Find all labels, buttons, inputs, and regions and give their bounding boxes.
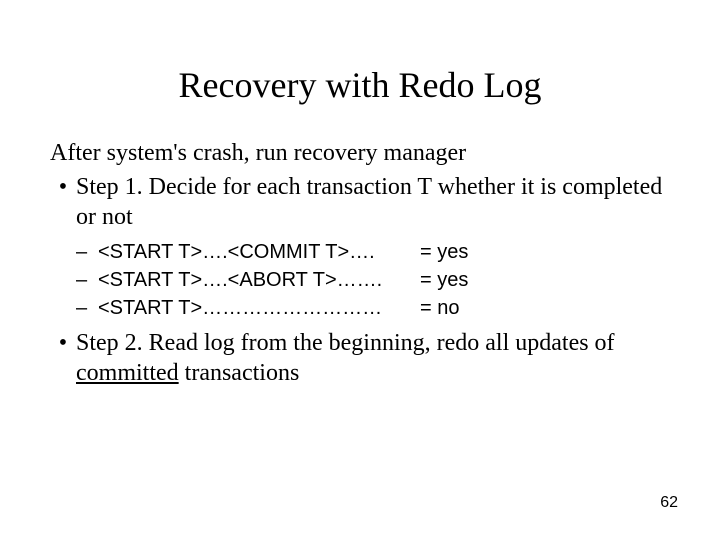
slide-title: Recovery with Redo Log xyxy=(50,64,670,106)
bullet-1-text: Step 1. Decide for each transaction T wh… xyxy=(76,172,670,232)
bullet-2: • Step 2. Read log from the beginning, r… xyxy=(50,328,670,388)
sub-1-left: <START T>….<COMMIT T>…. xyxy=(98,238,420,266)
sub-3-right: = no xyxy=(420,294,670,322)
dash-mark: – xyxy=(76,294,98,322)
intro-line: After system's crash, run recovery manag… xyxy=(50,138,670,168)
bullet-1: • Step 1. Decide for each transaction T … xyxy=(50,172,670,232)
sub-2-right: = yes xyxy=(420,266,670,294)
sub-1-right: = yes xyxy=(420,238,670,266)
page-number: 62 xyxy=(660,494,678,512)
sub-item-2: – <START T>….<ABORT T>……. = yes xyxy=(50,266,670,294)
bullet-2-text: Step 2. Read log from the beginning, red… xyxy=(76,328,670,388)
dash-mark: – xyxy=(76,266,98,294)
bullet-2-underlined: committed xyxy=(76,360,179,386)
sub-item-1: – <START T>….<COMMIT T>…. = yes xyxy=(50,238,670,266)
sub-list: – <START T>….<COMMIT T>…. = yes – <START… xyxy=(50,238,670,322)
bullet-mark: • xyxy=(50,328,76,388)
dash-mark: – xyxy=(76,238,98,266)
sub-2-left: <START T>….<ABORT T>……. xyxy=(98,266,420,294)
sub-item-3: – <START T>……………………… = no xyxy=(50,294,670,322)
sub-3-left: <START T>……………………… xyxy=(98,294,420,322)
bullet-2-post: transactions xyxy=(179,360,300,386)
bullet-2-pre: Step 2. Read log from the beginning, red… xyxy=(76,330,615,356)
bullet-mark: • xyxy=(50,172,76,232)
